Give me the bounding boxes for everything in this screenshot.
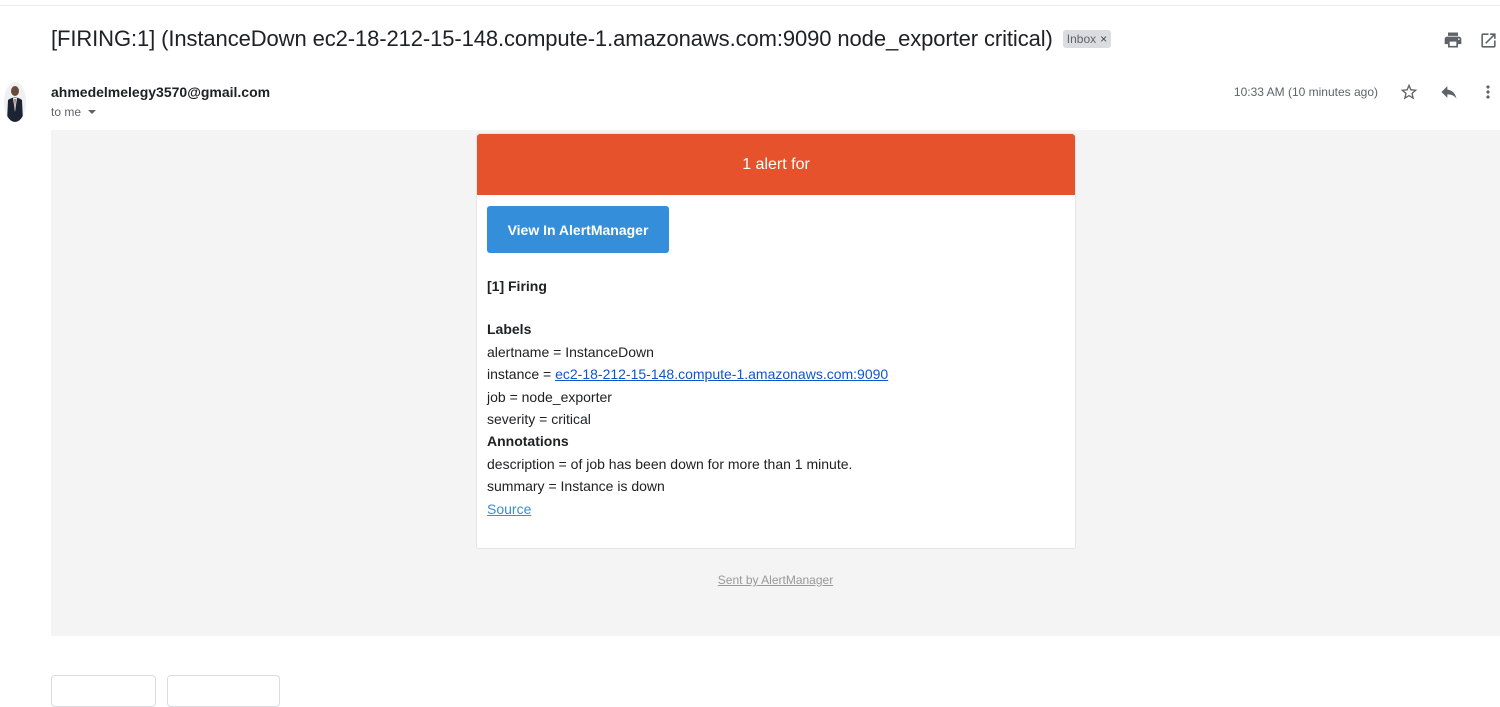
alert-details: [1] Firing Labels alertname = InstanceDo… xyxy=(487,275,888,520)
top-divider xyxy=(0,5,1500,6)
recipient-details-toggle[interactable]: to me xyxy=(51,105,97,119)
instance-prefix: instance = xyxy=(487,366,556,383)
annotation-description: description = of job has been down for m… xyxy=(487,455,853,472)
instance-link[interactable]: ec2-18-212-15-148.compute-1.amazonaws.co… xyxy=(555,366,888,382)
firing-title: [1] Firing xyxy=(487,278,547,294)
annotation-summary: summary = Instance is down xyxy=(487,478,665,495)
alert-card: 1 alert for View In AlertManager [1] Fir… xyxy=(476,133,1076,549)
email-subject: [FIRING:1] (InstanceDown ec2-18-212-15-1… xyxy=(51,26,1053,51)
annotations-heading: Annotations xyxy=(487,433,569,450)
forward-button[interactable] xyxy=(167,675,280,707)
more-vert-icon[interactable] xyxy=(1477,81,1499,103)
label-alertname: alertname = InstanceDown xyxy=(487,343,654,360)
subject-row: [FIRING:1] (InstanceDown ec2-18-212-15-1… xyxy=(51,26,1112,52)
labels-heading: Labels xyxy=(487,321,532,338)
label-severity: severity = critical xyxy=(487,411,591,428)
star-icon[interactable] xyxy=(1398,81,1420,103)
chevron-down-icon xyxy=(88,110,97,114)
view-in-alertmanager-button[interactable]: View In AlertManager xyxy=(487,206,669,253)
alert-header: 1 alert for xyxy=(477,134,1075,195)
sender-email[interactable]: ahmedelmelegy3570@gmail.com xyxy=(51,84,270,100)
source-link[interactable]: Source xyxy=(487,501,531,517)
inbox-label-chip[interactable]: Inbox × xyxy=(1062,30,1112,48)
label-instance: instance = ec2-18-212-15-148.compute-1.a… xyxy=(487,363,888,385)
reply-button[interactable] xyxy=(51,675,156,707)
print-icon[interactable] xyxy=(1442,29,1464,51)
email-body: 1 alert for View In AlertManager [1] Fir… xyxy=(51,130,1500,636)
reply-icon[interactable] xyxy=(1438,81,1460,103)
sender-avatar[interactable] xyxy=(4,82,26,122)
sent-by-alertmanager-link[interactable]: Sent by AlertManager xyxy=(718,573,833,587)
message-timestamp: 10:33 AM (10 minutes ago) xyxy=(1233,85,1378,99)
sent-by-footer: Sent by AlertManager xyxy=(51,573,1500,587)
label-job: job = node_exporter xyxy=(487,388,612,405)
open-in-new-window-icon[interactable] xyxy=(1477,29,1499,51)
remove-label-icon[interactable]: × xyxy=(1100,32,1107,46)
label-chip-text: Inbox xyxy=(1066,32,1097,46)
source-row: Source xyxy=(487,498,888,520)
recipient-text: to me xyxy=(51,105,82,119)
